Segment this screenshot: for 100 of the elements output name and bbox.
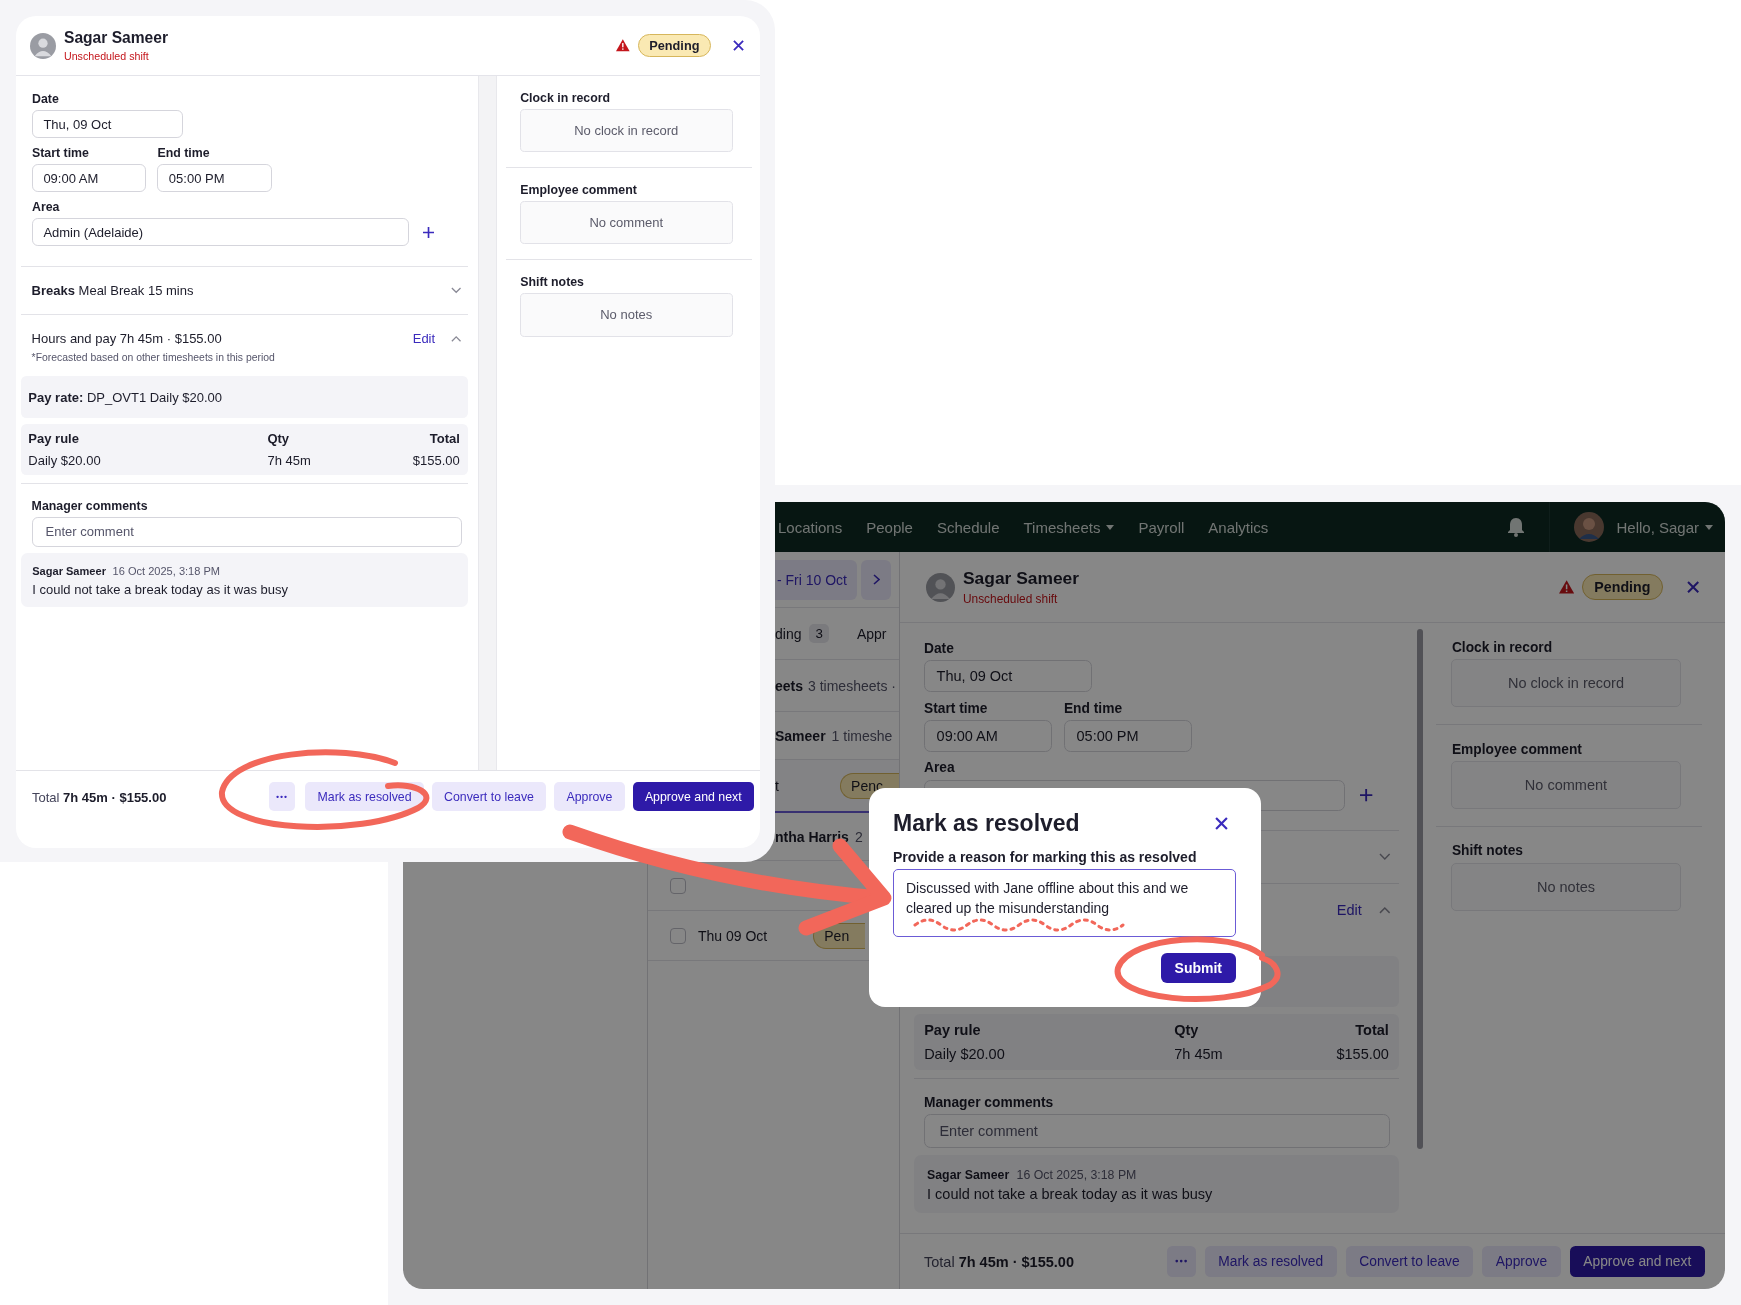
close-icon[interactable] [1215,817,1228,830]
section-label: Employee comment [520,183,638,198]
submit-button[interactable]: Submit [1160,953,1236,983]
empty-state-box: No comment [519,200,733,245]
scrollbar[interactable] [1417,629,1423,1149]
end-time-field[interactable]: 05:00 PM [1063,719,1192,752]
checkbox[interactable] [670,877,686,894]
chevron-icon[interactable] [450,335,462,343]
comment-author: Sagar Sameer [927,1167,1010,1182]
field-label: Area [924,760,956,776]
avatar-icon [30,32,56,59]
table-cell-text: $155.00 [411,452,460,468]
field-label: End time [157,146,211,161]
comment-time: 16 Oct 2025, 3:18 PM [112,564,221,577]
area-field[interactable]: Admin (Adelaide) [32,217,409,247]
table-cell-text: $155.00 [1335,1045,1389,1062]
avatar-icon[interactable] [1574,512,1605,542]
tab[interactable]: Appr [856,625,887,642]
user-menu[interactable]: Hello, Sagar [1616,518,1713,536]
more-button[interactable] [269,782,295,811]
comment-field[interactable]: Enter comment [923,1114,1391,1148]
more-button[interactable] [1166,1246,1196,1277]
chevron-icon[interactable] [450,287,462,295]
close-icon[interactable] [732,39,744,51]
bell-icon[interactable] [1507,517,1526,537]
column-header: Pay rule [28,431,80,447]
hours-summary: Hours and pay 7h 45m · $155.00 [31,331,222,347]
caret-icon [1705,524,1713,530]
field-label: Date [32,92,60,106]
date-field[interactable]: Thu, 09 Oct [32,109,183,139]
empty-state-box: No clock in record [519,108,733,153]
add-icon[interactable] [1360,789,1373,802]
date-field[interactable]: Thu, 09 Oct [924,660,1093,692]
nav-link[interactable]: Schedule [936,518,1000,536]
total-summary: Total 7h 45m · $155.00 [32,789,167,805]
end-time-field[interactable]: 05:00 PM [157,163,272,193]
more-icon [276,794,288,799]
action-button[interactable]: Approve [1482,1246,1561,1277]
action-button[interactable]: Convert to leave [431,782,547,811]
column-header: Qty [267,431,291,447]
column-header: Qty [1174,1022,1200,1039]
empty-state-box: No clock in record [1451,658,1681,708]
chevron-right-icon [872,574,880,585]
shift-type-label: Unscheduled shift [963,592,1059,606]
avatar-icon [926,572,955,602]
empty-state-box: No notes [519,293,733,337]
edit-link[interactable]: Edit [412,331,436,347]
dialog-title: Mark as resolved [893,810,1080,837]
total-summary: Total 7h 45m · $155.00 [924,1253,1074,1270]
action-button[interactable]: Mark as resolved [305,782,424,811]
primary-button[interactable]: Approve and next [1569,1246,1705,1277]
nav-link[interactable]: Payroll [1138,518,1185,536]
nav-link[interactable]: Locations [778,518,843,536]
nav-link[interactable]: People [866,518,913,536]
pay-rate-text: Pay rate: DP_OVT1 Daily $20.00 [28,389,222,405]
tab[interactable]: ding 3 [775,624,829,643]
field-label: End time [1063,700,1124,716]
edit-link[interactable]: Edit [1336,902,1362,919]
close-icon[interactable] [1686,580,1699,594]
start-time-field[interactable]: 09:00 AM [32,163,147,193]
employee-name: Sagar Sameer [64,29,169,48]
column-header: Total [428,431,460,447]
field-label: Start time [924,700,989,716]
section-label: Employee comment [1451,741,1583,757]
start-time-field[interactable]: 09:00 AM [924,719,1052,752]
comment-author: Sagar Sameer [32,564,106,577]
chevron-icon[interactable] [1379,853,1391,862]
primary-button[interactable]: Approve and next [632,782,754,811]
more-icon [1175,1259,1188,1264]
field-label: Date [924,641,955,656]
section-label: Manager comments [923,1095,1055,1111]
nav-link[interactable]: Timesheets [1023,518,1115,536]
date-range-button[interactable]: - Fri 10 Oct [775,559,857,600]
count-badge: 3 [809,624,829,643]
checkbox[interactable] [670,927,686,944]
action-button[interactable]: Convert to leave [1345,1246,1474,1277]
timesheet-count: 2 [854,828,863,845]
add-icon[interactable] [423,226,435,238]
comment-text: I could not take a break today as it was busy [927,1186,1214,1203]
timesheet-count: 3 timesheets · [808,677,896,694]
action-button[interactable]: Mark as resolved [1204,1246,1337,1277]
employee-name: Sagar Sameer [963,568,1079,589]
comment-field[interactable]: Enter comment [31,516,463,547]
section-label: Manager comments [31,499,149,514]
next-button[interactable] [861,559,891,600]
reason-field[interactable]: Discussed with Jane offline about this and we cleared up the misunderstanding [893,869,1236,937]
section-label: Clock in record [1451,639,1554,655]
chevron-icon[interactable] [1379,906,1391,915]
nav-link[interactable]: Analytics [1208,518,1269,536]
status-badge: Pending [638,33,711,58]
section-label: Shift notes [1451,843,1524,859]
group-title: eets [775,677,804,694]
field-label: Area [32,200,61,215]
comment-time: 16 Oct 2025, 3:18 PM [1016,1167,1137,1182]
table-cell-text: Daily $20.00 [28,452,102,468]
breaks-summary: Breaks Meal Break 15 mins [31,283,194,299]
field-label: Start time [32,146,90,161]
table-cell-text: 7h 45m [1174,1045,1224,1062]
table-cell-text: 7h 45m [267,452,312,468]
action-button[interactable]: Approve [554,782,625,811]
